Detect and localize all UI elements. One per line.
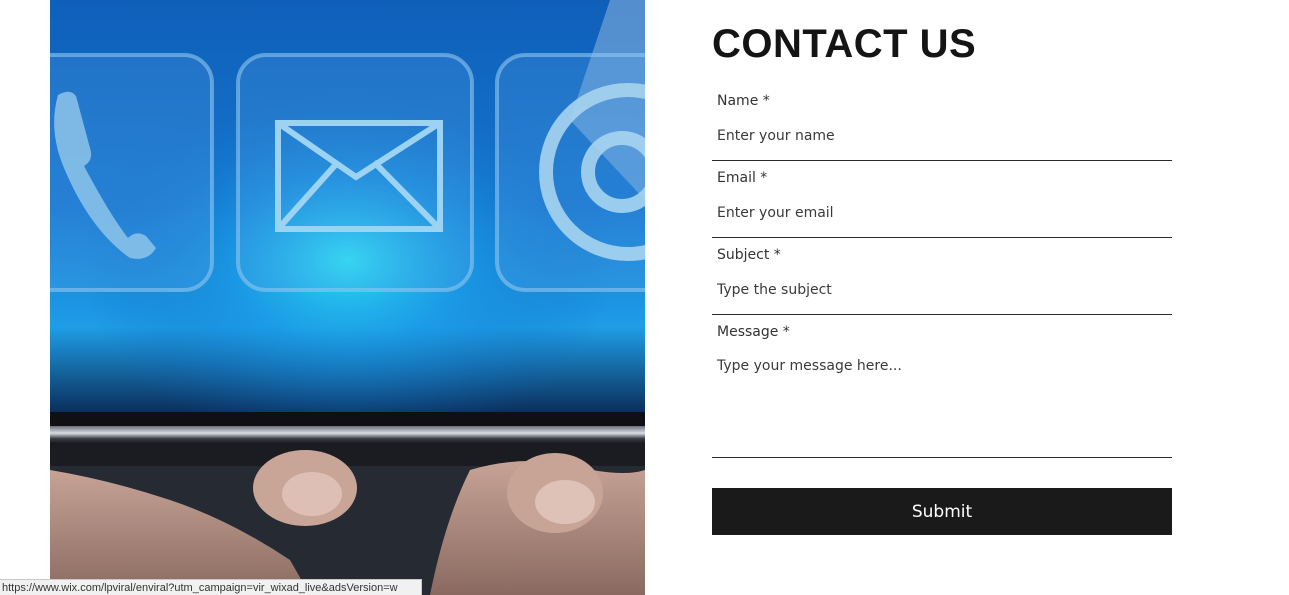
message-field: Message * <box>712 324 1172 458</box>
subject-field: Subject * <box>712 247 1172 315</box>
subject-input[interactable] <box>712 280 1172 300</box>
name-input[interactable] <box>712 126 1172 146</box>
name-label: Name * <box>717 93 770 109</box>
submit-button[interactable]: Submit <box>712 488 1172 535</box>
browser-status-bar-url: https://www.wix.com/lpviral/enviral?utm_… <box>0 579 422 595</box>
hero-image <box>50 0 645 595</box>
email-input[interactable] <box>712 203 1172 223</box>
message-textarea[interactable] <box>712 358 1172 448</box>
hero-illustration <box>50 0 645 595</box>
email-field: Email * <box>712 170 1172 238</box>
email-label: Email * <box>717 170 768 186</box>
message-label: Message * <box>717 324 790 340</box>
page-title: CONTACT US <box>712 22 977 66</box>
name-field: Name * <box>712 93 1172 161</box>
subject-label: Subject * <box>717 247 781 263</box>
